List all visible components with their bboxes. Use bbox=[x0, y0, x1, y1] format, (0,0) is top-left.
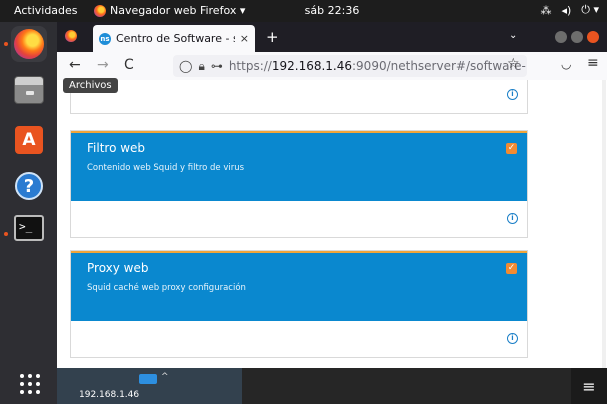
card-title: Proxy web bbox=[87, 261, 149, 275]
system-tray[interactable]: ⁂ ◂) ⏻ ▾ bbox=[540, 3, 599, 17]
firefox-icon bbox=[94, 4, 106, 17]
info-icon[interactable]: i bbox=[507, 333, 518, 344]
activities-button[interactable]: Actividades bbox=[14, 4, 78, 17]
select-checkbox[interactable]: ✓ bbox=[506, 263, 517, 274]
card-title: Filtro web bbox=[87, 141, 146, 155]
nav-bar: ← → C ◯ 🔒︎ ⊶ https://192.168.1.46:9090/n… bbox=[57, 52, 607, 80]
bottom-bar: ^ 192.168.1.46 ≡ bbox=[57, 368, 607, 404]
terminal-icon: >_ bbox=[14, 215, 44, 241]
network-icon: ⁂ bbox=[540, 3, 552, 17]
card-header: Filtro web Contenido web Squid y filtro … bbox=[71, 131, 527, 201]
info-icon[interactable]: i bbox=[507, 89, 518, 100]
hamburger-menu-icon[interactable]: ≡ bbox=[571, 368, 607, 404]
window-controls bbox=[555, 31, 599, 43]
card-description: Squid caché web proxy configuración bbox=[87, 283, 246, 293]
tab-title: Centro de Software - serv bbox=[116, 32, 235, 45]
firefox-window: ns Centro de Software - serv × + ⌄ ← → C… bbox=[57, 22, 607, 368]
nethserver-favicon-icon: ns bbox=[99, 32, 111, 45]
firefox-icon bbox=[14, 29, 44, 59]
select-checkbox[interactable]: ✓ bbox=[506, 143, 517, 154]
permissions-key-icon[interactable]: ⊶ bbox=[211, 59, 223, 73]
card-footer: i bbox=[71, 201, 527, 237]
dock: A ? >_ bbox=[0, 22, 57, 404]
app-name: Navegador web Firefox ▾ bbox=[110, 4, 246, 17]
info-icon[interactable]: i bbox=[507, 213, 518, 224]
minimize-button[interactable] bbox=[555, 31, 567, 43]
help-icon: ? bbox=[15, 172, 43, 200]
host-ip: 192.168.1.46 bbox=[79, 390, 140, 400]
url-host: 192.168.1.46 bbox=[271, 59, 352, 73]
page-content: i Filtro web Contenido web Squid y filtr… bbox=[57, 80, 607, 368]
network-drive-icon[interactable] bbox=[139, 374, 157, 384]
expand-caret[interactable]: ^ bbox=[161, 372, 169, 382]
tab-list-chevron-icon[interactable]: ⌄ bbox=[509, 30, 517, 41]
software-card-partial: i bbox=[70, 80, 528, 114]
firefox-view-icon[interactable] bbox=[65, 30, 77, 42]
maximize-button[interactable] bbox=[571, 31, 583, 43]
app-menu[interactable]: Navegador web Firefox ▾ bbox=[94, 4, 245, 17]
clock[interactable]: sáb 22:36 bbox=[300, 4, 364, 17]
tab-bar: ns Centro de Software - serv × + ⌄ bbox=[57, 22, 607, 52]
url-scheme: https:// bbox=[228, 59, 272, 73]
new-tab-button[interactable]: + bbox=[266, 28, 279, 46]
software-card-proxy-web: Proxy web Squid caché web proxy configur… bbox=[70, 250, 528, 358]
close-window-button[interactable] bbox=[587, 31, 599, 43]
reload-button[interactable]: C bbox=[124, 57, 134, 73]
top-bar: Actividades Navegador web Firefox ▾ sáb … bbox=[0, 0, 607, 22]
volume-icon: ◂) bbox=[561, 3, 572, 17]
software-card-filtro-web: Filtro web Contenido web Squid y filtro … bbox=[70, 130, 528, 238]
tab-centro-software[interactable]: ns Centro de Software - serv × bbox=[93, 25, 255, 52]
dock-help[interactable]: ? bbox=[11, 168, 47, 204]
page-scrollbar[interactable] bbox=[602, 80, 606, 368]
url-bar[interactable]: ◯ 🔒︎ ⊶ https://192.168.1.46:9090/nethser… bbox=[173, 55, 527, 77]
bookmark-star-icon[interactable]: ☆ bbox=[507, 56, 520, 72]
lock-icon[interactable]: 🔒︎ bbox=[198, 59, 204, 74]
running-indicator bbox=[4, 42, 8, 46]
back-button[interactable]: ← bbox=[69, 57, 81, 73]
power-icon: ⏻ ▾ bbox=[581, 3, 599, 16]
dock-files[interactable] bbox=[11, 72, 47, 108]
card-header: Proxy web Squid caché web proxy configur… bbox=[71, 251, 527, 321]
url-path: :9090/nethserver#/software- bbox=[352, 59, 526, 73]
tab-close-icon[interactable]: × bbox=[240, 32, 249, 45]
card-footer: i bbox=[71, 321, 527, 357]
bottom-left-panel: ^ 192.168.1.46 bbox=[57, 368, 242, 404]
running-indicator bbox=[4, 232, 8, 236]
hamburger-menu-button[interactable]: ≡ bbox=[587, 55, 599, 71]
software-store-icon: A bbox=[15, 126, 43, 154]
dock-firefox[interactable] bbox=[11, 26, 47, 62]
pocket-icon[interactable]: ◡ bbox=[561, 57, 571, 71]
files-icon bbox=[14, 76, 44, 104]
forward-button[interactable]: → bbox=[97, 57, 109, 73]
files-tooltip: Archivos bbox=[63, 78, 118, 93]
dock-terminal[interactable]: >_ bbox=[11, 210, 47, 246]
show-apps-grid-icon[interactable] bbox=[20, 374, 40, 394]
shield-icon[interactable]: ◯ bbox=[179, 59, 192, 73]
dock-software[interactable]: A bbox=[11, 122, 47, 158]
card-description: Contenido web Squid y filtro de virus bbox=[87, 163, 245, 173]
